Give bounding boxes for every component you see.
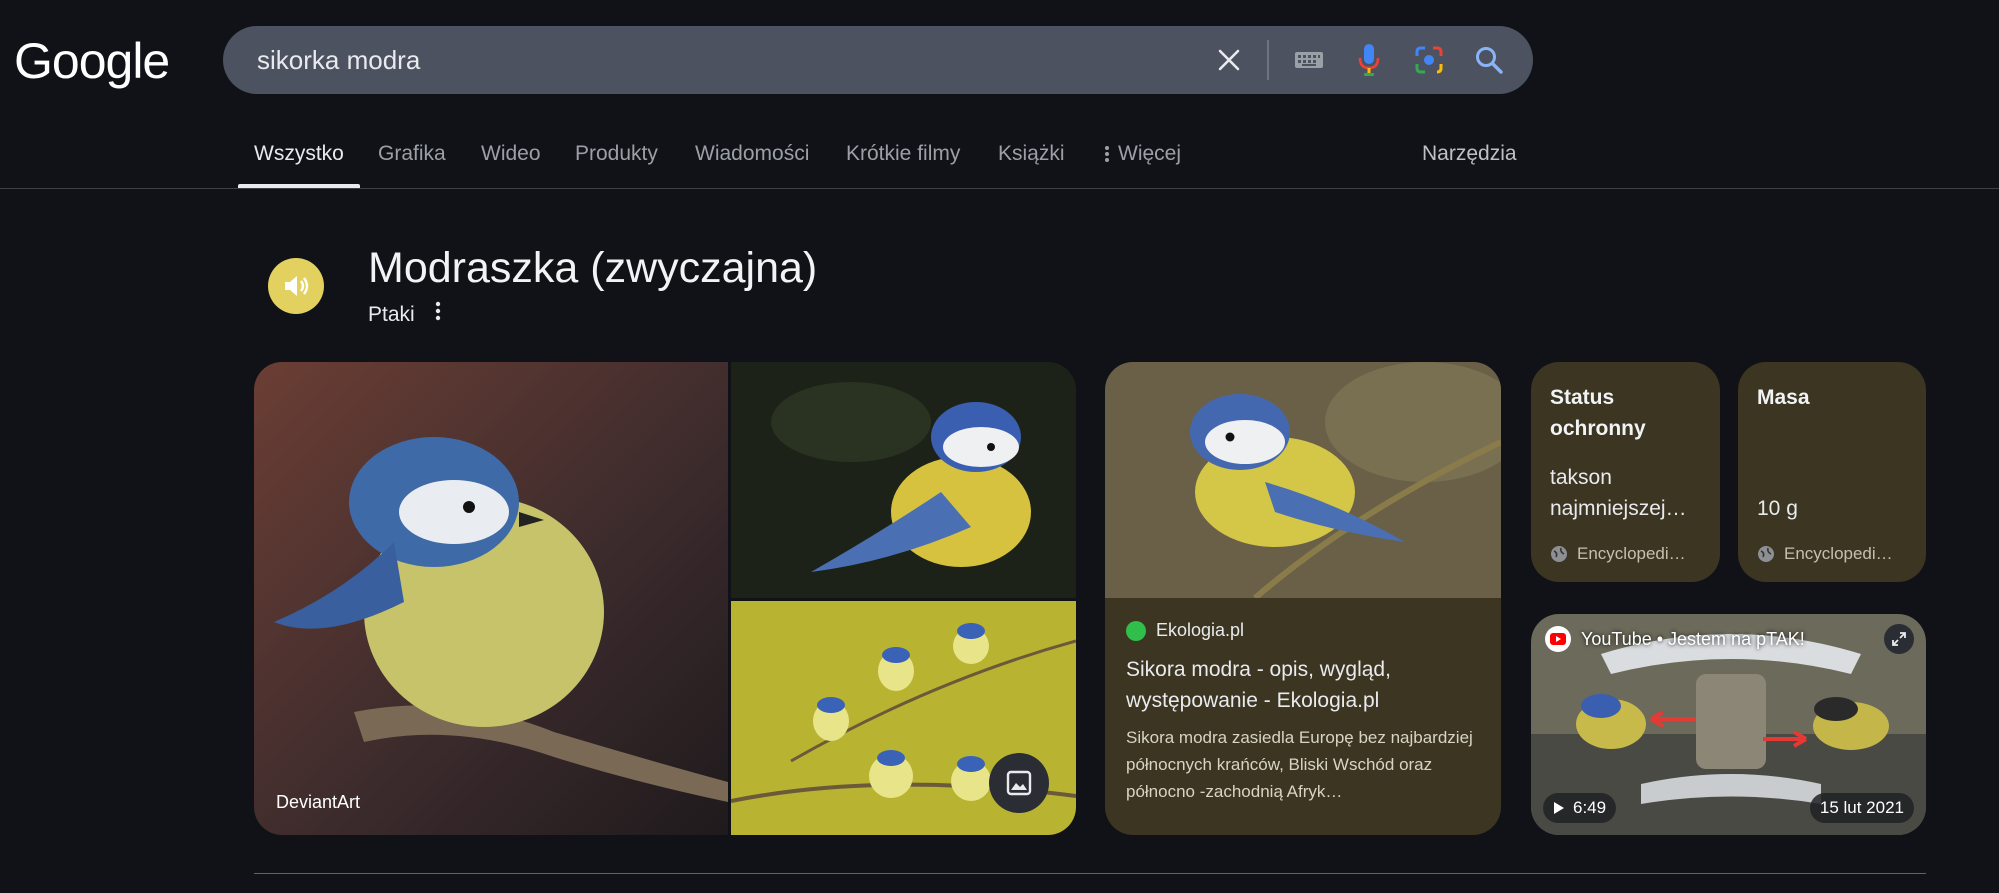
- search-tabs: Wszystko Grafika Wideo Produkty Wiadomoś…: [0, 120, 1999, 188]
- pronunciation-button[interactable]: [268, 258, 324, 314]
- speaker-icon: [285, 276, 309, 296]
- clear-icon[interactable]: [1205, 26, 1253, 94]
- image-source-label: DeviantArt: [276, 792, 361, 812]
- bird-image-bottom[interactable]: [730, 601, 1076, 835]
- tab-ksiazki[interactable]: Książki: [998, 142, 1065, 166]
- fact-value: 10 g: [1757, 497, 1798, 520]
- youtube-icon: [1545, 626, 1571, 652]
- article-source[interactable]: Ekologia.pl: [1126, 620, 1244, 641]
- more-options-icon[interactable]: [434, 300, 442, 328]
- ekologia-favicon: [1126, 620, 1146, 641]
- fact-title: Masa: [1757, 386, 1810, 409]
- search-bar[interactable]: [223, 26, 1533, 94]
- fact-source-label: Encyclopedi…: [1784, 544, 1893, 563]
- fact-card-mass[interactable]: Masa 10 g Encyclopedi…: [1738, 362, 1926, 582]
- video-duration-badge: 6:49: [1543, 793, 1617, 823]
- tabs-divider: [0, 188, 1999, 189]
- lens-icon[interactable]: [1403, 26, 1455, 94]
- video-duration: 6:49: [1573, 798, 1607, 817]
- keyboard-icon[interactable]: [1283, 26, 1335, 94]
- tab-produkty[interactable]: Produkty: [575, 142, 658, 166]
- article-source-name: Ekologia.pl: [1156, 620, 1245, 640]
- bird-image-top[interactable]: [731, 362, 1076, 598]
- globe-icon: [1551, 546, 1567, 562]
- fact-card-status[interactable]: Status ochronny takson najmniejszej… Enc…: [1531, 362, 1720, 582]
- search-icon[interactable]: [1463, 26, 1515, 94]
- tab-more[interactable]: Więcej: [1104, 142, 1181, 166]
- tab-wszystko[interactable]: Wszystko: [254, 142, 344, 166]
- article-image: [1105, 362, 1501, 601]
- microphone-icon[interactable]: [1343, 26, 1395, 94]
- article-card[interactable]: Ekologia.pl Sikora modra - opis, wygląd,…: [1105, 362, 1501, 835]
- entity-category: Ptaki: [368, 303, 415, 326]
- search-input[interactable]: [255, 43, 1199, 77]
- image-gallery[interactable]: DeviantArt: [254, 362, 1076, 835]
- video-date-badge: 15 lut 2021: [1809, 793, 1914, 823]
- tab-more-label: Więcej: [1118, 142, 1182, 165]
- google-logo[interactable]: Google: [14, 36, 170, 86]
- fact-title: Status ochronny: [1550, 386, 1646, 440]
- main-bird-image[interactable]: DeviantArt: [254, 362, 728, 835]
- tab-grafika[interactable]: Grafika: [378, 142, 446, 166]
- section-divider: [254, 873, 1926, 874]
- tab-wideo[interactable]: Wideo: [481, 142, 541, 166]
- video-card[interactable]: YouTube • Jestem na pTAK! 6:49 15 lut 20…: [1531, 614, 1926, 835]
- search-divider: [1267, 40, 1269, 80]
- entity-title: Modraszka (zwyczajna): [368, 244, 818, 292]
- tools-button[interactable]: Narzędzia: [1422, 142, 1517, 166]
- globe-icon: [1758, 546, 1774, 562]
- fact-source: Encyclopedi…: [1757, 544, 1893, 564]
- more-vert-icon: [1105, 146, 1109, 162]
- video-date: 15 lut 2021: [1819, 798, 1904, 817]
- video-source-label: YouTube • Jestem na pTAK!: [1581, 628, 1805, 649]
- tab-krotkie-filmy[interactable]: Krótkie filmy: [846, 142, 960, 166]
- fact-source-label: Encyclopedi…: [1577, 544, 1686, 563]
- article-snippet: Sikora modra zasiedla Europę bez najbard…: [1126, 728, 1473, 801]
- expand-icon[interactable]: [1884, 624, 1914, 654]
- fact-value: takson najmniejszej…: [1550, 466, 1687, 520]
- play-icon: [1554, 802, 1564, 814]
- article-title[interactable]: Sikora modra - opis, wygląd, występowani…: [1126, 654, 1486, 716]
- tab-wiadomosci[interactable]: Wiadomości: [695, 142, 809, 166]
- fact-source: Encyclopedi…: [1550, 544, 1686, 564]
- image-icon: [1006, 770, 1032, 796]
- video-source: YouTube • Jestem na pTAK!: [1545, 626, 1805, 652]
- view-images-button[interactable]: [989, 753, 1049, 813]
